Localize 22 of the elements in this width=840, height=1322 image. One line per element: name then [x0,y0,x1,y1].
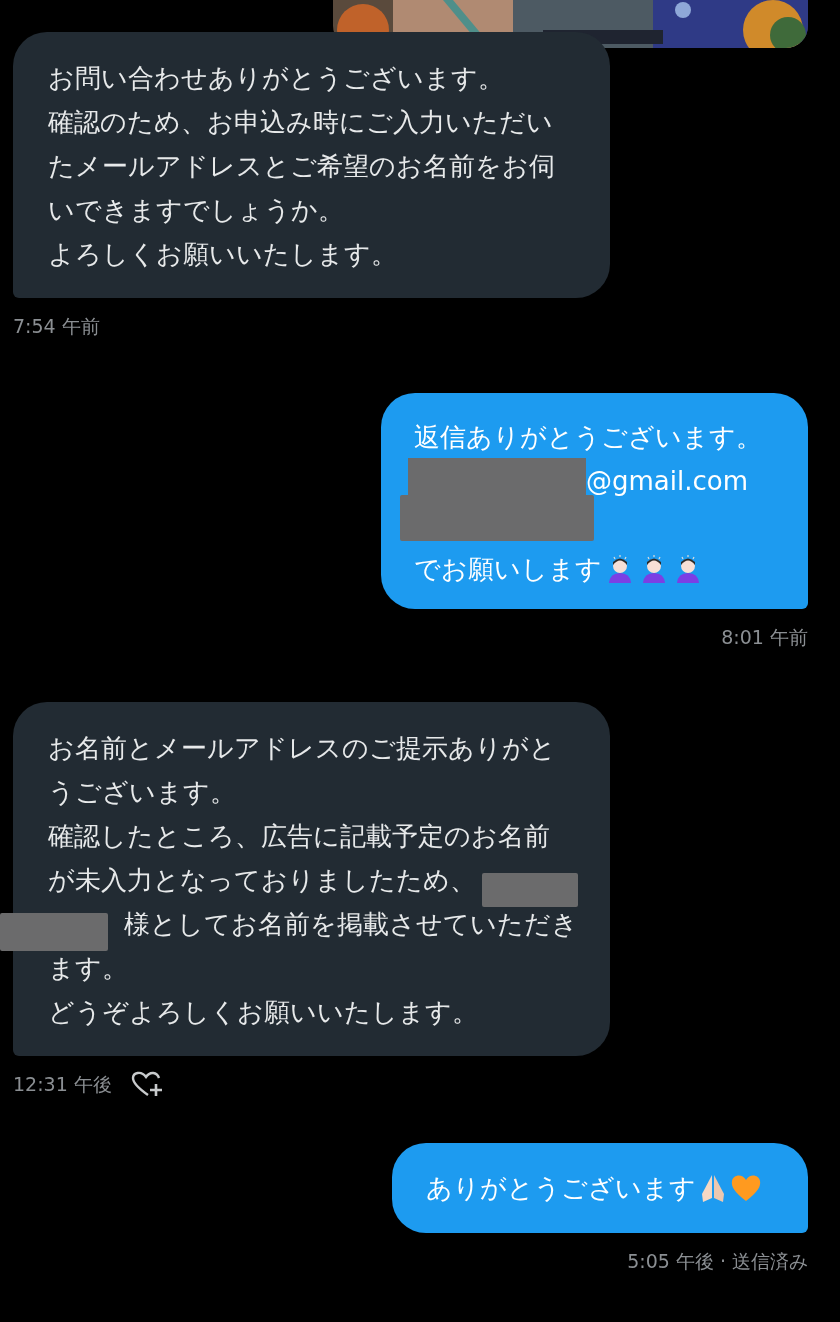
message-text: ありがとうございます [426,1171,696,1205]
message-text: ます。 [48,952,128,985]
heart-plus-icon [129,1070,164,1099]
message-time: 8:01 午前 [721,624,808,650]
message-text: お問い合わせありがとうございます。 [48,62,504,95]
message-text: たメールアドレスとご希望のお名前をお伺 [48,150,555,183]
message-time: 12:31 午後 [13,1072,112,1097]
message-text: いできますでしょうか。 [48,194,344,227]
message-text: 様としてお名前を掲載させていただき [124,908,578,941]
message-text: うございます。 [48,776,236,809]
message-text: でお願いします [414,552,602,586]
message-text: が未入力となっておりましたため、 [48,864,476,897]
add-reaction-button[interactable] [129,1070,164,1099]
message-time: 7:54 午前 [13,314,100,339]
message-time: 5:05 午後 · 送信済み [627,1248,808,1274]
message-text: どうぞよろしくお願いいたします。 [48,996,478,1029]
message-text: 確認したところ、広告に記載予定のお名前 [48,820,550,853]
message-text: お名前とメールアドレスのご提示ありがと [48,732,556,765]
message-text: 返信ありがとうございます。 [414,420,762,454]
message-text: よろしくお願いいたします。 [48,238,397,271]
message-text: 確認のため、お申込み時にご入力いただい [48,106,553,139]
message-text: @gmail.com [586,464,748,498]
